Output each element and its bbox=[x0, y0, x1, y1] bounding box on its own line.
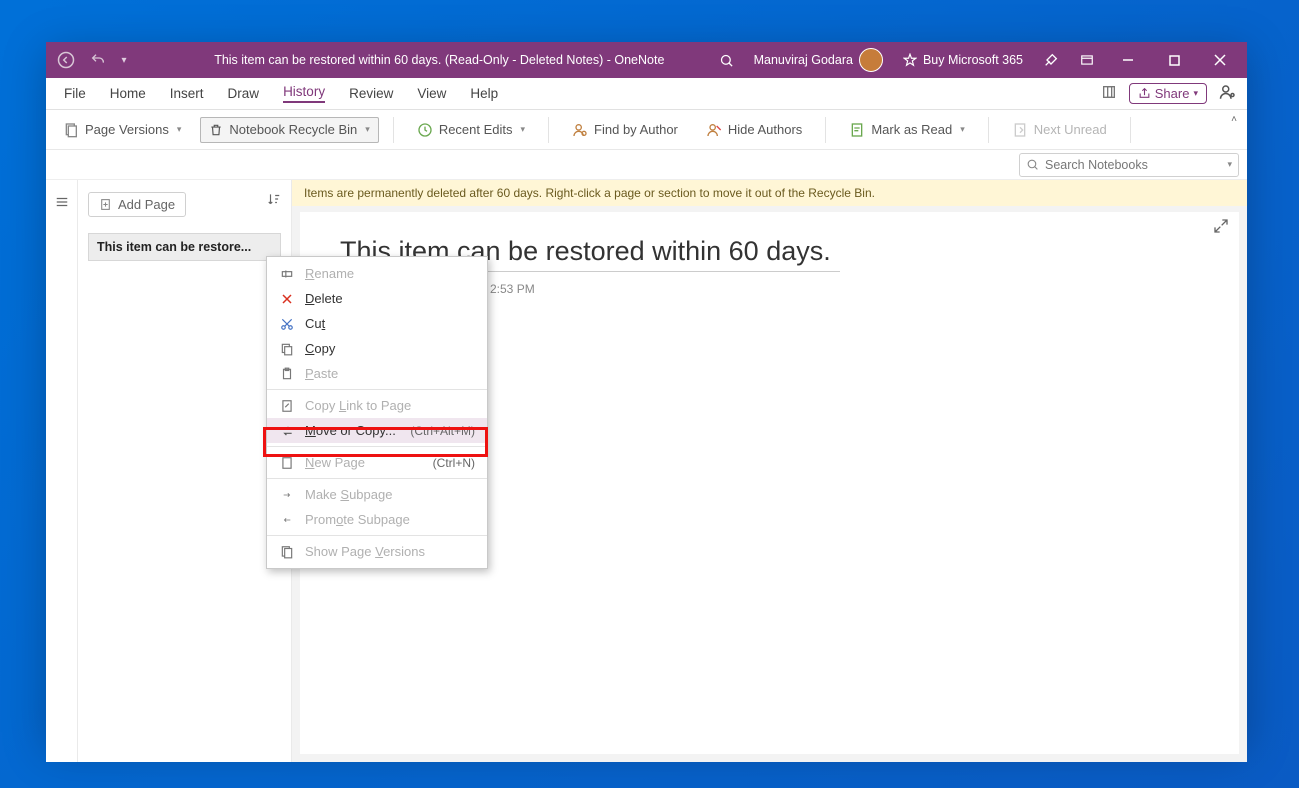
ribbon-mode-icon[interactable] bbox=[1069, 42, 1105, 78]
search-placeholder: Search Notebooks bbox=[1045, 158, 1148, 172]
search-row: Search Notebooks ▾ bbox=[46, 150, 1247, 180]
find-by-author-button[interactable]: Find by Author bbox=[563, 117, 687, 143]
window-title: This item can be restored within 60 days… bbox=[170, 53, 709, 67]
notes-pane-icon[interactable] bbox=[1097, 80, 1121, 107]
titlebar: ▾ This item can be restored within 60 da… bbox=[46, 42, 1247, 78]
menu-cut[interactable]: Cut bbox=[267, 311, 487, 336]
tab-view[interactable]: View bbox=[405, 78, 458, 110]
app-window: ▾ This item can be restored within 60 da… bbox=[46, 42, 1247, 744]
context-menu: RRenameename Delete Cut Copy Paste Copy … bbox=[266, 256, 488, 569]
menu-make-subpage: Make Subpage bbox=[267, 482, 487, 507]
comments-icon[interactable] bbox=[1215, 79, 1241, 108]
page-list-item[interactable]: This item can be restore... bbox=[88, 233, 281, 261]
page-versions-button[interactable]: Page Versions▾ bbox=[54, 117, 190, 143]
tab-insert[interactable]: Insert bbox=[158, 78, 216, 110]
versions-icon bbox=[279, 545, 295, 559]
trash-icon bbox=[209, 122, 223, 138]
indent-right-icon bbox=[279, 490, 295, 500]
tab-history[interactable]: History bbox=[271, 78, 337, 110]
person-search-icon bbox=[572, 122, 588, 138]
menu-show-versions: Show Page Versions bbox=[267, 539, 487, 564]
move-icon bbox=[279, 424, 295, 438]
tab-home[interactable]: Home bbox=[98, 78, 158, 110]
new-page-icon bbox=[279, 456, 295, 470]
tab-file[interactable]: File bbox=[52, 78, 98, 110]
menu-copy-link: Copy Link to Page bbox=[267, 393, 487, 418]
menubar: File Home Insert Draw History Review Vie… bbox=[46, 78, 1247, 110]
sort-icon[interactable] bbox=[267, 192, 281, 209]
collapse-ribbon-button[interactable]: ˄ bbox=[1227, 110, 1241, 129]
tab-draw[interactable]: Draw bbox=[216, 78, 272, 110]
tab-review[interactable]: Review bbox=[337, 78, 405, 110]
mark-as-read-button[interactable]: Mark as Read▾ bbox=[840, 117, 973, 143]
back-button[interactable] bbox=[50, 42, 82, 78]
undo-button[interactable] bbox=[82, 42, 114, 78]
add-page-button[interactable]: Add Page bbox=[88, 192, 186, 217]
menu-paste: Paste bbox=[267, 361, 487, 386]
share-button[interactable]: Share▾ bbox=[1129, 83, 1207, 104]
account-name[interactable]: Manuviraj Godara bbox=[744, 42, 893, 78]
buy-microsoft365[interactable]: Buy Microsoft 365 bbox=[893, 42, 1033, 78]
menu-move-or-copy[interactable]: Move or Copy... (Ctrl+Alt+M) bbox=[267, 418, 487, 443]
menu-delete[interactable]: Delete bbox=[267, 286, 487, 311]
delete-icon bbox=[279, 293, 295, 305]
maximize-button[interactable] bbox=[1151, 42, 1197, 78]
hide-authors-button[interactable]: Hide Authors bbox=[697, 117, 811, 143]
cut-icon bbox=[279, 317, 295, 331]
recent-edits-button[interactable]: Recent Edits▾ bbox=[408, 117, 534, 143]
hide-authors-icon bbox=[706, 122, 722, 138]
copy-icon bbox=[279, 342, 295, 356]
tab-help[interactable]: Help bbox=[458, 78, 510, 110]
menu-rename: RRenameename bbox=[267, 261, 487, 286]
avatar bbox=[859, 48, 883, 72]
ribbon: Page Versions▾ Notebook Recycle Bin▾ Rec… bbox=[46, 110, 1247, 150]
minimize-button[interactable] bbox=[1105, 42, 1151, 78]
link-icon bbox=[279, 399, 295, 413]
quick-access-more[interactable]: ▾ bbox=[114, 42, 134, 78]
page-panel: Add Page This item can be restore... bbox=[78, 180, 292, 762]
rename-icon bbox=[279, 267, 295, 281]
search-input[interactable]: Search Notebooks ▾ bbox=[1019, 153, 1239, 177]
next-unread-icon bbox=[1012, 122, 1028, 138]
page-versions-icon bbox=[63, 122, 79, 138]
info-banner: Items are permanently deleted after 60 d… bbox=[292, 180, 1247, 206]
workarea: Add Page This item can be restore... Ite… bbox=[46, 180, 1247, 762]
chevron-down-icon: ▾ bbox=[1227, 159, 1232, 170]
expand-icon[interactable] bbox=[1213, 218, 1229, 239]
search-button-title[interactable] bbox=[709, 42, 744, 78]
mark-read-icon bbox=[849, 122, 865, 138]
next-unread-button: Next Unread bbox=[1003, 117, 1116, 143]
close-button[interactable] bbox=[1197, 42, 1243, 78]
paste-icon bbox=[279, 367, 295, 381]
page-timestamp: 2:53 PM bbox=[490, 282, 1199, 296]
coming-soon-icon[interactable] bbox=[1033, 42, 1069, 78]
menu-copy[interactable]: Copy bbox=[267, 336, 487, 361]
menu-promote-subpage: Promote Subpage bbox=[267, 507, 487, 532]
indent-left-icon bbox=[279, 515, 295, 525]
clock-icon bbox=[417, 122, 433, 138]
nav-rail bbox=[46, 180, 78, 762]
menu-new-page: New Page (Ctrl+N) bbox=[267, 450, 487, 475]
notebook-recycle-bin-button[interactable]: Notebook Recycle Bin▾ bbox=[200, 117, 378, 143]
hamburger-icon[interactable] bbox=[46, 188, 78, 216]
